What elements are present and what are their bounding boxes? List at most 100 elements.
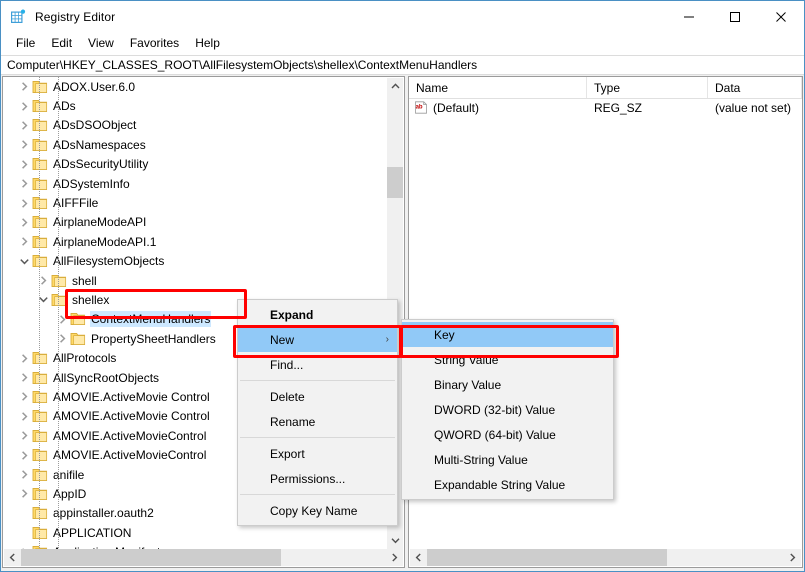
chevron-right-icon[interactable] [16,156,32,172]
tree-item[interactable]: ADOX.User.6.0 [3,77,388,96]
chevron-down-icon[interactable] [16,253,32,269]
chevron-right-icon[interactable] [16,214,32,230]
tree-item[interactable]: ADs [3,96,388,115]
column-header-name[interactable]: Name [409,77,587,98]
chevron-right-icon[interactable] [16,79,32,95]
scroll-down-arrow-icon[interactable] [387,532,403,549]
maximize-button[interactable] [712,1,758,33]
context-menu-item-expand[interactable]: Expand [238,302,397,327]
context-menu-item-new[interactable]: New› [238,327,397,352]
registry-context-menu[interactable]: Expand New› Find... Delete Rename ExportPermi… [237,299,398,526]
values-hscroll-left-arrow-icon[interactable] [410,549,427,566]
chevron-right-icon[interactable] [16,408,32,424]
menu-help[interactable]: Help [187,34,228,53]
tree-item-label: ADsDSOObject [53,118,136,132]
tree-scrollbar-thumb[interactable] [387,167,403,198]
chevron-right-icon[interactable] [16,350,32,366]
chevron-right-icon[interactable] [16,117,32,133]
chevron-right-icon[interactable] [54,311,70,327]
tree-item[interactable]: AIFFFile [3,193,388,212]
tree-item-label: ADsNamespaces [53,138,146,152]
tree-horizontal-scrollbar[interactable] [4,549,403,566]
chevron-right-icon[interactable] [16,137,32,153]
tree-item-label: ContextMenuHandlers [91,312,210,326]
submenu-item-expandable-string-value[interactable]: Expandable String Value [402,472,613,497]
chevron-right-icon[interactable] [54,331,70,347]
values-hscroll-right-arrow-icon[interactable] [784,549,801,566]
submenu-item-qword-64-bit-value[interactable]: QWORD (64-bit) Value [402,422,613,447]
chevron-right-icon[interactable] [16,98,32,114]
context-menu-item-delete[interactable]: Delete [238,384,397,409]
context-menu-item-label: Expand [270,308,313,322]
context-menu-item-label: New [270,333,294,347]
chevron-down-icon[interactable] [35,292,51,308]
chevron-right-icon[interactable] [35,273,51,289]
context-menu-item-label: Find... [270,358,303,372]
submenu-item-multi-string-value[interactable]: Multi-String Value [402,447,613,472]
tree-item[interactable]: ADsNamespaces [3,135,388,154]
chevron-right-icon[interactable] [16,234,32,250]
submenu-item-binary-value[interactable]: Binary Value [402,372,613,397]
minimize-button[interactable] [666,1,712,33]
context-menu-item-export[interactable]: Export [238,441,397,466]
folder-icon [32,80,48,94]
submenu-item-key[interactable]: Key [402,322,613,347]
hscroll-right-arrow-icon[interactable] [386,549,403,566]
context-menu-item-copy-key-name[interactable]: Copy Key Name [238,498,397,523]
tree-item-label: ADOX.User.6.0 [53,80,135,94]
tree-item[interactable]: shell [3,271,388,290]
values-horizontal-scrollbar[interactable] [410,549,801,566]
chevron-right-icon[interactable] [16,389,32,405]
tree-item-label: shell [72,274,97,288]
tree-guide-line [39,77,40,550]
tree-item-label: AllProtocols [53,351,116,365]
tree-item[interactable]: AllFilesystemObjects [3,252,388,271]
chevron-right-icon[interactable] [16,467,32,483]
values-hscrollbar-thumb[interactable] [427,549,667,566]
value-name-label: (Default) [433,101,479,115]
submenu-item-string-value[interactable]: String Value [402,347,613,372]
chevron-right-icon[interactable] [16,447,32,463]
folder-icon [32,235,48,249]
tree-item[interactable]: AirplaneModeAPI.1 [3,232,388,251]
scroll-up-arrow-icon[interactable] [387,78,403,95]
values-rows-container: ab(Default)REG_SZ(value not set) [409,98,802,118]
new-submenu[interactable]: KeyString ValueBinary ValueDWORD (32-bit… [401,319,614,500]
context-menu-item-rename[interactable]: Rename [238,409,397,434]
tree-item-label: AMOVIE.ActiveMovieControl [53,429,206,443]
column-header-data[interactable]: Data [708,77,802,98]
tree-item-label: PropertySheetHandlers [91,332,216,346]
tree-guide-line [58,77,59,550]
hscroll-left-arrow-icon[interactable] [4,549,21,566]
folder-icon [32,157,48,171]
values-column-headers: NameTypeData [409,77,802,99]
tree-item[interactable]: ADsDSOObject [3,116,388,135]
folder-icon [32,138,48,152]
context-menu-item-permissions[interactable]: Permissions... [238,466,397,491]
menu-file[interactable]: File [8,34,43,53]
tree-hscrollbar-thumb[interactable] [21,549,281,566]
close-button[interactable] [758,1,804,33]
tree-item[interactable]: AirplaneModeAPI [3,213,388,232]
tree-item[interactable]: ADSystemInfo [3,174,388,193]
chevron-right-icon[interactable] [16,195,32,211]
chevron-right-icon[interactable] [16,428,32,444]
chevron-right-icon[interactable] [16,370,32,386]
folder-icon [32,118,48,132]
folder-icon [32,390,48,404]
chevron-right-icon[interactable] [16,486,32,502]
submenu-item-dword-32-bit-value[interactable]: DWORD (32-bit) Value [402,397,613,422]
context-menu-item-label: Delete [270,390,305,404]
address-bar[interactable]: Computer\HKEY_CLASSES_ROOT\AllFilesystem… [1,54,804,75]
menu-favorites[interactable]: Favorites [122,34,187,53]
folder-icon [32,506,48,520]
value-row[interactable]: ab(Default)REG_SZ(value not set) [409,98,802,118]
context-menu-item-find[interactable]: Find... [238,352,397,377]
menu-edit[interactable]: Edit [43,34,80,53]
column-header-type[interactable]: Type [587,77,708,98]
chevron-right-icon[interactable] [16,176,32,192]
tree-item[interactable]: ADsSecurityUtility [3,155,388,174]
tree-item-label: AirplaneModeAPI.1 [53,235,156,249]
menu-view[interactable]: View [80,34,122,53]
address-path[interactable]: Computer\HKEY_CLASSES_ROOT\AllFilesystem… [1,55,804,75]
